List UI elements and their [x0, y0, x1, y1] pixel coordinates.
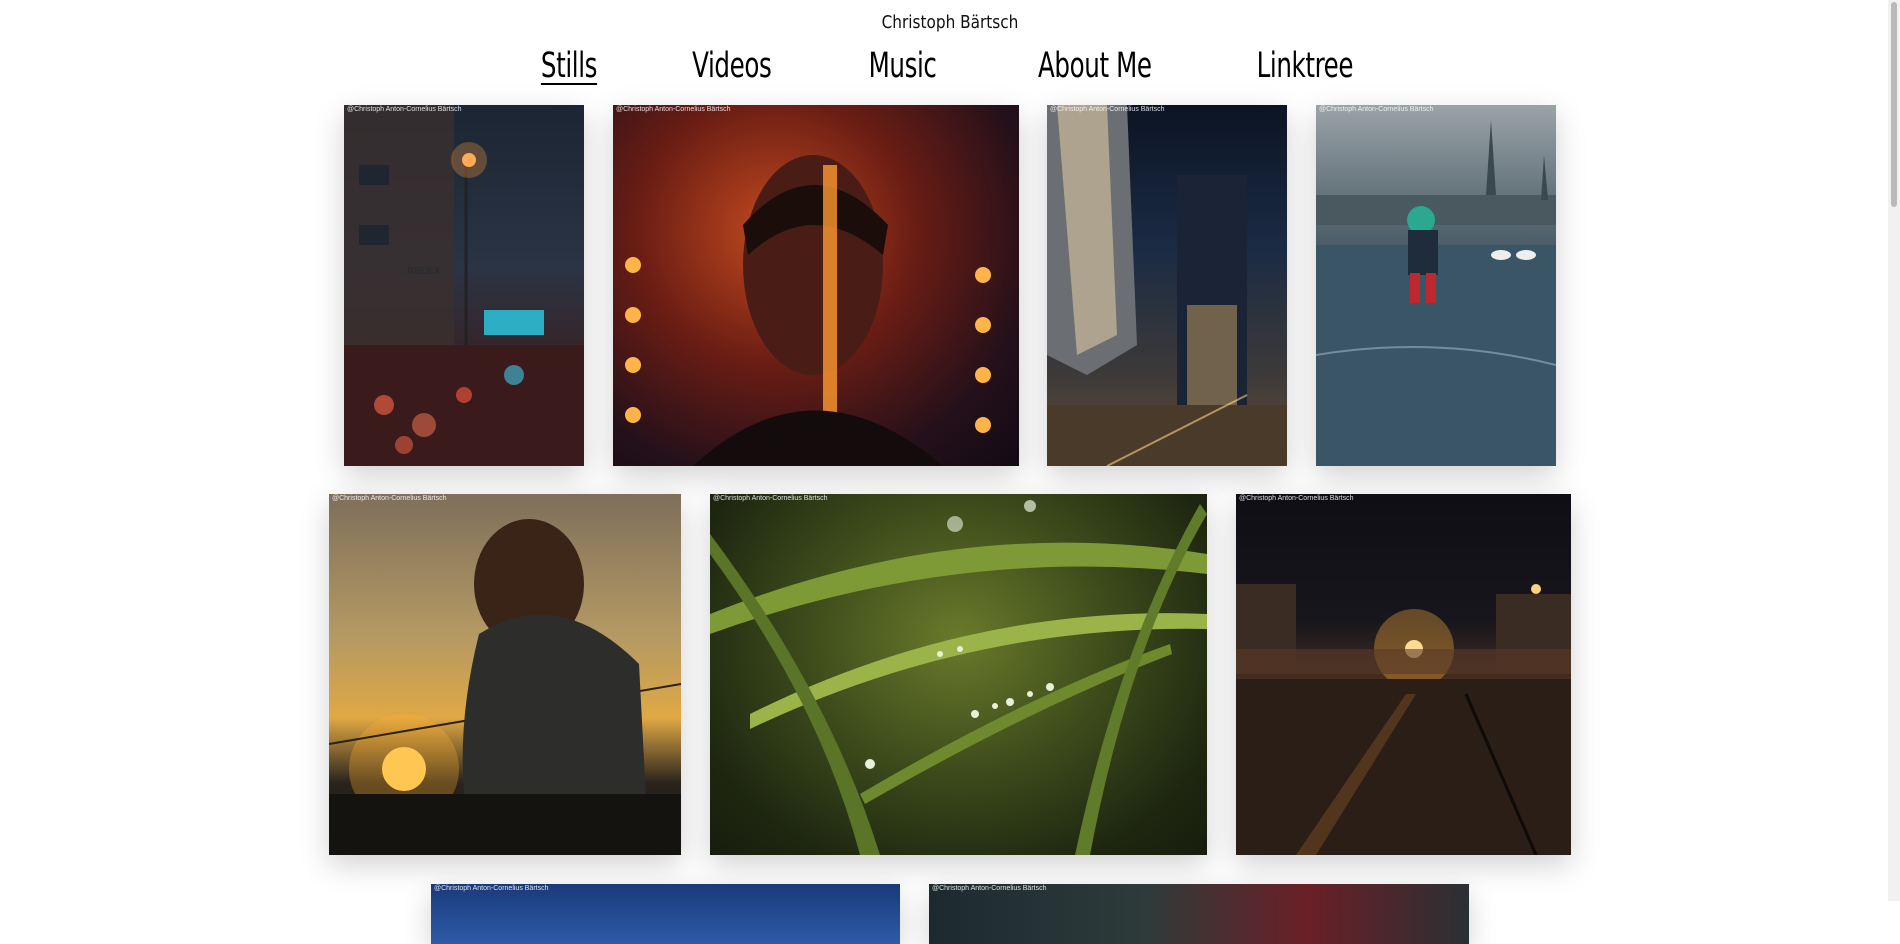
grass-water-drops-photo[interactable]: @Christoph Anton-Cornelius Bärtsch — [710, 494, 1207, 855]
portrait-light-streaks-photo[interactable]: @Christoph Anton-Cornelius Bärtsch — [613, 105, 1019, 466]
vertical-scrollbar[interactable] — [1888, 0, 1900, 901]
site-title: Christoph Bärtsch — [881, 12, 1019, 33]
blurred-signs-photo[interactable]: @Christoph Anton-Cornelius Bärtsch — [929, 884, 1469, 944]
nav-about-me[interactable]: About Me — [1038, 46, 1152, 86]
watermark: @Christoph Anton-Cornelius Bärtsch — [1319, 106, 1434, 113]
woman-hoodie-sunset-photo[interactable]: @Christoph Anton-Cornelius Bärtsch — [329, 494, 681, 855]
main-nav: Stills Videos Music About Me Linktree — [0, 46, 1900, 86]
blue-sky-photo[interactable]: @Christoph Anton-Cornelius Bärtsch — [431, 884, 900, 944]
nav-stills[interactable]: Stills — [541, 46, 598, 86]
watermark: @Christoph Anton-Cornelius Bärtsch — [332, 495, 447, 502]
watermark: @Christoph Anton-Cornelius Bärtsch — [347, 106, 462, 113]
night-street-lights-photo[interactable]: @Christoph Anton-Cornelius Bärtsch — [1236, 494, 1571, 855]
sign-text: RELEX — [407, 266, 441, 277]
child-running-water-photo[interactable]: @Christoph Anton-Cornelius Bärtsch — [1316, 105, 1556, 466]
watermark: @Christoph Anton-Cornelius Bärtsch — [434, 885, 549, 892]
modern-building-dusk-photo[interactable]: @Christoph Anton-Cornelius Bärtsch — [1047, 105, 1287, 466]
scrollbar-thumb[interactable] — [1891, 2, 1897, 207]
nav-music[interactable]: Music — [868, 46, 936, 86]
watermark: @Christoph Anton-Cornelius Bärtsch — [1239, 495, 1354, 502]
rainy-street-night-photo[interactable]: @Christoph Anton-Cornelius Bärtsch RELEX — [344, 105, 584, 466]
watermark: @Christoph Anton-Cornelius Bärtsch — [616, 106, 731, 113]
watermark: @Christoph Anton-Cornelius Bärtsch — [713, 495, 828, 502]
watermark: @Christoph Anton-Cornelius Bärtsch — [932, 885, 1047, 892]
nav-videos[interactable]: Videos — [692, 46, 772, 86]
nav-linktree[interactable]: Linktree — [1257, 46, 1354, 86]
watermark: @Christoph Anton-Cornelius Bärtsch — [1050, 106, 1165, 113]
